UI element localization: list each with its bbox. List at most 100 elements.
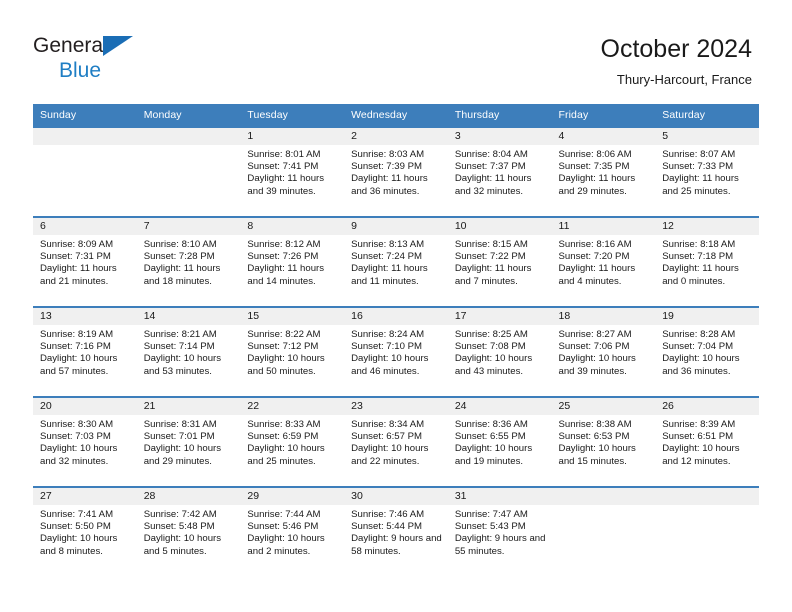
day-cell: 16 Sunrise: 8:24 AM Sunset: 7:10 PM Dayligh… [344, 308, 448, 396]
calendar-cell[interactable]: 23 Sunrise: 8:34 AM Sunset: 6:57 PM Dayligh… [344, 396, 448, 487]
calendar-cell[interactable]: 15 Sunrise: 8:22 AM Sunset: 7:12 PM Dayligh… [240, 306, 345, 397]
sunrise-text: Sunrise: 8:06 AM [558, 149, 632, 160]
calendar-cell[interactable]: 29 Sunrise: 7:44 AM Sunset: 5:46 PM Dayligh… [240, 486, 345, 576]
sunset-text: Sunset: 7:10 PM [351, 341, 423, 353]
calendar-cell[interactable]: 5 Sunrise: 8:07 AM Sunset: 7:33 PM Daylight… [655, 126, 759, 217]
day-details: Sunrise: 8:13 AM Sunset: 7:24 PM Daylight:… [344, 235, 448, 288]
calendar-cell[interactable]: 31 Sunrise: 7:47 AM Sunset: 5:43 PM Dayligh… [447, 486, 552, 576]
calendar-cell[interactable]: 26 Sunrise: 8:39 AM Sunset: 6:51 PM Dayligh… [655, 396, 759, 487]
daylight-text: Daylight: 10 hours and 50 minutes. [247, 353, 325, 377]
daylight-text: Daylight: 11 hours and 11 minutes. [351, 263, 428, 287]
calendar-cell[interactable]: 18 Sunrise: 8:27 AM Sunset: 7:06 PM Dayligh… [551, 306, 656, 397]
title-block: October 2024 Thury-Harcourt, France [601, 34, 753, 90]
calendar-cell[interactable]: 3 Sunrise: 8:04 AM Sunset: 7:37 PM Daylight… [447, 126, 552, 217]
calendar-cell[interactable]: 2 Sunrise: 8:03 AM Sunset: 7:39 PM Daylight… [344, 126, 448, 217]
brand-logo[interactable]: General Blue [33, 34, 253, 90]
calendar-cell[interactable]: 28 Sunrise: 7:42 AM Sunset: 5:48 PM Dayligh… [136, 486, 241, 576]
day-number: 3 [447, 128, 552, 145]
sunset-text: Sunset: 5:44 PM [351, 521, 423, 533]
day-cell: 24 Sunrise: 8:36 AM Sunset: 6:55 PM Dayligh… [447, 398, 552, 486]
calendar-cell[interactable]: 21 Sunrise: 8:31 AM Sunset: 7:01 PM Dayligh… [136, 396, 241, 487]
day-details: Sunrise: 8:06 AM Sunset: 7:35 PM Daylight:… [552, 145, 656, 198]
daylight-text: Daylight: 11 hours and 7 minutes. [454, 263, 532, 287]
calendar-cell[interactable]: 20 Sunrise: 8:30 AM Sunset: 7:03 PM Dayligh… [33, 396, 137, 487]
sunset-text: Sunset: 7:37 PM [454, 161, 526, 173]
calendar-body: 1 Sunrise: 8:01 AM Sunset: 7:41 PM Daylight… [33, 126, 759, 576]
sunset-text: Sunset: 7:41 PM [247, 161, 319, 173]
daylight-text: Daylight: 10 hours and 8 minutes. [40, 533, 118, 557]
calendar-cell-empty [33, 126, 137, 217]
calendar-cell-empty [655, 486, 759, 576]
calendar-cell[interactable]: 30 Sunrise: 7:46 AM Sunset: 5:44 PM Dayligh… [344, 486, 448, 576]
weekday-header-thursday: Thursday [447, 104, 552, 127]
day-cell: 2 Sunrise: 8:03 AM Sunset: 7:39 PM Daylight… [344, 128, 448, 216]
calendar-week-row: 13 Sunrise: 8:19 AM Sunset: 7:16 PM Dayligh… [33, 306, 759, 397]
calendar-cell[interactable]: 25 Sunrise: 8:38 AM Sunset: 6:53 PM Dayligh… [551, 396, 656, 487]
sunrise-text: Sunrise: 8:04 AM [454, 149, 528, 160]
sunrise-text: Sunrise: 8:01 AM [247, 149, 321, 160]
day-number: 27 [33, 488, 137, 505]
sunrise-text: Sunrise: 8:22 AM [247, 329, 321, 340]
calendar-week-row: 1 Sunrise: 8:01 AM Sunset: 7:41 PM Daylight… [33, 126, 759, 217]
calendar-cell[interactable]: 13 Sunrise: 8:19 AM Sunset: 7:16 PM Dayligh… [33, 306, 137, 397]
sunrise-text: Sunrise: 8:21 AM [143, 329, 217, 340]
calendar-cell[interactable]: 22 Sunrise: 8:33 AM Sunset: 6:59 PM Dayligh… [240, 396, 345, 487]
calendar-cell[interactable]: 19 Sunrise: 8:28 AM Sunset: 7:04 PM Dayligh… [655, 306, 759, 397]
daylight-text: Daylight: 10 hours and 19 minutes. [454, 443, 533, 467]
calendar-cell[interactable]: 6 Sunrise: 8:09 AM Sunset: 7:31 PM Daylight… [33, 216, 137, 307]
calendar-cell[interactable]: 9 Sunrise: 8:13 AM Sunset: 7:24 PM Daylight… [344, 216, 448, 307]
calendar-cell[interactable]: 24 Sunrise: 8:36 AM Sunset: 6:55 PM Dayligh… [447, 396, 552, 487]
calendar-cell[interactable]: 10 Sunrise: 8:15 AM Sunset: 7:22 PM Dayligh… [447, 216, 552, 307]
calendar-cell[interactable]: 17 Sunrise: 8:25 AM Sunset: 7:08 PM Dayligh… [447, 306, 552, 397]
day-cell: 20 Sunrise: 8:30 AM Sunset: 7:03 PM Dayligh… [33, 398, 137, 486]
day-number: 17 [447, 308, 552, 325]
day-details: Sunrise: 8:21 AM Sunset: 7:14 PM Daylight:… [137, 325, 241, 378]
calendar-cell[interactable]: 27 Sunrise: 7:41 AM Sunset: 5:50 PM Dayligh… [33, 486, 137, 576]
day-details: Sunrise: 8:10 AM Sunset: 7:28 PM Daylight:… [137, 235, 241, 288]
day-cell: 31 Sunrise: 7:47 AM Sunset: 5:43 PM Dayligh… [447, 488, 552, 576]
calendar-cell[interactable]: 4 Sunrise: 8:06 AM Sunset: 7:35 PM Daylight… [551, 126, 656, 217]
daylight-text: Daylight: 9 hours and 58 minutes. [351, 533, 442, 557]
day-number: 6 [33, 218, 137, 235]
sunset-text: Sunset: 6:55 PM [454, 431, 526, 443]
day-cell: 13 Sunrise: 8:19 AM Sunset: 7:16 PM Dayligh… [33, 308, 137, 396]
sunrise-text: Sunrise: 8:30 AM [40, 419, 114, 430]
day-number [33, 128, 137, 145]
sunrise-text: Sunrise: 8:31 AM [143, 419, 217, 430]
day-details: Sunrise: 8:28 AM Sunset: 7:04 PM Daylight:… [655, 325, 759, 378]
daylight-text: Daylight: 10 hours and 57 minutes. [40, 353, 118, 377]
calendar-cell[interactable]: 7 Sunrise: 8:10 AM Sunset: 7:28 PM Daylight… [136, 216, 241, 307]
sunrise-text: Sunrise: 8:15 AM [454, 239, 528, 250]
sunrise-text: Sunrise: 7:44 AM [247, 509, 321, 520]
day-cell: 28 Sunrise: 7:42 AM Sunset: 5:48 PM Dayligh… [136, 488, 241, 576]
day-cell [136, 128, 241, 216]
sunset-text: Sunset: 7:22 PM [454, 251, 526, 263]
calendar-cell[interactable]: 16 Sunrise: 8:24 AM Sunset: 7:10 PM Dayligh… [344, 306, 448, 397]
calendar-cell[interactable]: 12 Sunrise: 8:18 AM Sunset: 7:18 PM Dayligh… [655, 216, 759, 307]
weekday-header-sunday: Sunday [33, 104, 137, 127]
day-cell: 7 Sunrise: 8:10 AM Sunset: 7:28 PM Daylight… [136, 218, 241, 306]
sunset-text: Sunset: 7:28 PM [143, 251, 215, 263]
calendar-cell[interactable]: 8 Sunrise: 8:12 AM Sunset: 7:26 PM Daylight… [240, 216, 345, 307]
day-cell: 23 Sunrise: 8:34 AM Sunset: 6:57 PM Dayligh… [344, 398, 448, 486]
sunrise-text: Sunrise: 8:27 AM [558, 329, 632, 340]
day-details: Sunrise: 8:30 AM Sunset: 7:03 PM Daylight:… [33, 415, 137, 468]
calendar-cell[interactable]: 1 Sunrise: 8:01 AM Sunset: 7:41 PM Daylight… [240, 126, 345, 217]
page-header: General Blue October 2024 Thury-Harcourt… [0, 0, 792, 104]
day-cell: 15 Sunrise: 8:22 AM Sunset: 7:12 PM Dayligh… [240, 308, 345, 396]
day-details: Sunrise: 8:04 AM Sunset: 7:37 PM Daylight:… [448, 145, 552, 198]
daylight-text: Daylight: 10 hours and 2 minutes. [247, 533, 325, 557]
day-number: 29 [240, 488, 345, 505]
sunset-text: Sunset: 7:06 PM [558, 341, 630, 353]
day-cell: 8 Sunrise: 8:12 AM Sunset: 7:26 PM Daylight… [240, 218, 345, 306]
sunset-text: Sunset: 6:57 PM [351, 431, 423, 443]
sunrise-text: Sunrise: 8:18 AM [662, 239, 736, 250]
day-details: Sunrise: 8:27 AM Sunset: 7:06 PM Daylight:… [552, 325, 656, 378]
day-details: Sunrise: 8:31 AM Sunset: 7:01 PM Daylight:… [137, 415, 241, 468]
day-cell: 22 Sunrise: 8:33 AM Sunset: 6:59 PM Dayligh… [240, 398, 345, 486]
calendar-cell[interactable]: 11 Sunrise: 8:16 AM Sunset: 7:20 PM Dayligh… [551, 216, 656, 307]
calendar-cell[interactable]: 14 Sunrise: 8:21 AM Sunset: 7:14 PM Dayligh… [136, 306, 241, 397]
sunrise-text: Sunrise: 8:24 AM [351, 329, 425, 340]
day-cell: 10 Sunrise: 8:15 AM Sunset: 7:22 PM Dayligh… [447, 218, 552, 306]
day-cell: 1 Sunrise: 8:01 AM Sunset: 7:41 PM Daylight… [240, 128, 345, 216]
